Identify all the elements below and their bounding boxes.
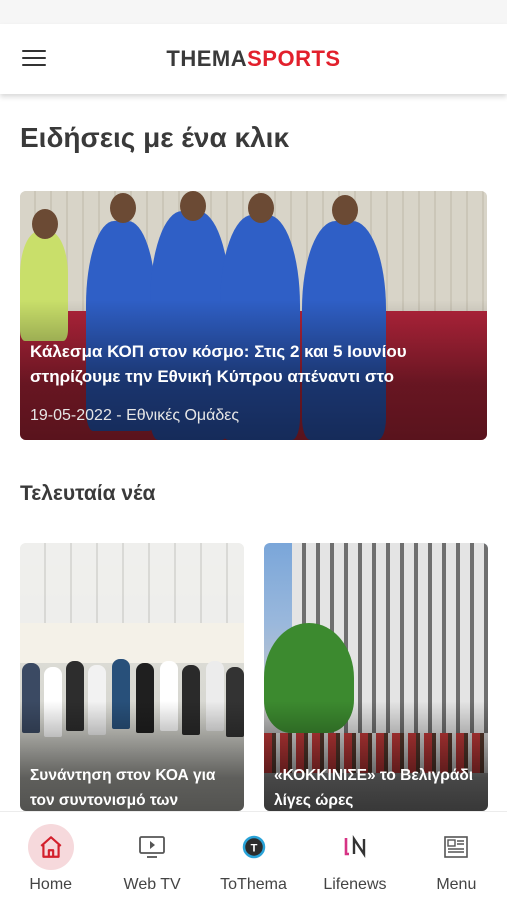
tab-home[interactable]: Home <box>0 812 101 900</box>
tab-home-label: Home <box>29 876 73 893</box>
featured-article-meta: 19-05-2022 - Εθνικές Ομάδες <box>30 407 240 424</box>
lifenews-icon <box>332 824 378 870</box>
featured-article-card[interactable]: Κάλεσμα ΚΟΠ στον κόσμο: Στις 2 και 5 Ιου… <box>20 191 487 440</box>
app-header: THEMASPORTS <box>0 24 507 94</box>
tab-tothema[interactable]: T ToThema <box>203 812 304 900</box>
latest-section-title: Τελευταία νέα <box>20 482 156 505</box>
logo-text-sports: SPORTS <box>247 46 341 71</box>
featured-section-title: Ειδήσεις με ένα κλικ <box>20 122 290 153</box>
status-bar <box>0 0 507 24</box>
menu-grid-icon <box>433 824 479 870</box>
tab-lifenews-label: Lifenews <box>323 876 387 893</box>
tab-web-tv-label: Web TV <box>123 876 181 893</box>
logo-text-thema: THEMA <box>166 46 248 71</box>
latest-article-card[interactable]: «ΚΟΚΚΙΝΙΣΕ» το Βελιγράδι λίγες ώρες <box>264 543 488 811</box>
svg-text:T: T <box>250 843 257 855</box>
tab-menu-label: Menu <box>436 876 477 893</box>
article-headline[interactable]: «ΚΟΚΚΙΝΙΣΕ» το Βελιγράδι λίγες ώρες <box>274 763 480 811</box>
tab-lifenews[interactable]: Lifenews <box>304 812 405 900</box>
latest-article-card[interactable]: Συνάντηση στον ΚΟΑ για τον συντονισμό τω… <box>20 543 244 811</box>
tab-tothema-label: ToThema <box>220 876 287 893</box>
hamburger-menu-icon[interactable] <box>22 50 46 68</box>
home-icon <box>27 824 74 870</box>
tab-web-tv[interactable]: Web TV <box>101 812 202 900</box>
featured-article-headline[interactable]: Κάλεσμα ΚΟΠ στον κόσμο: Στις 2 και 5 Ιου… <box>30 339 477 389</box>
article-headline[interactable]: Συνάντηση στον ΚΟΑ για τον συντονισμό τω… <box>30 763 236 811</box>
tothema-icon: T <box>231 824 277 870</box>
tab-menu[interactable]: Menu <box>406 812 507 900</box>
bottom-tab-bar: Home Web TV T ToThema Lifenews Menu <box>0 811 507 900</box>
site-logo[interactable]: THEMASPORTS <box>166 46 340 72</box>
tv-play-icon <box>129 824 175 870</box>
